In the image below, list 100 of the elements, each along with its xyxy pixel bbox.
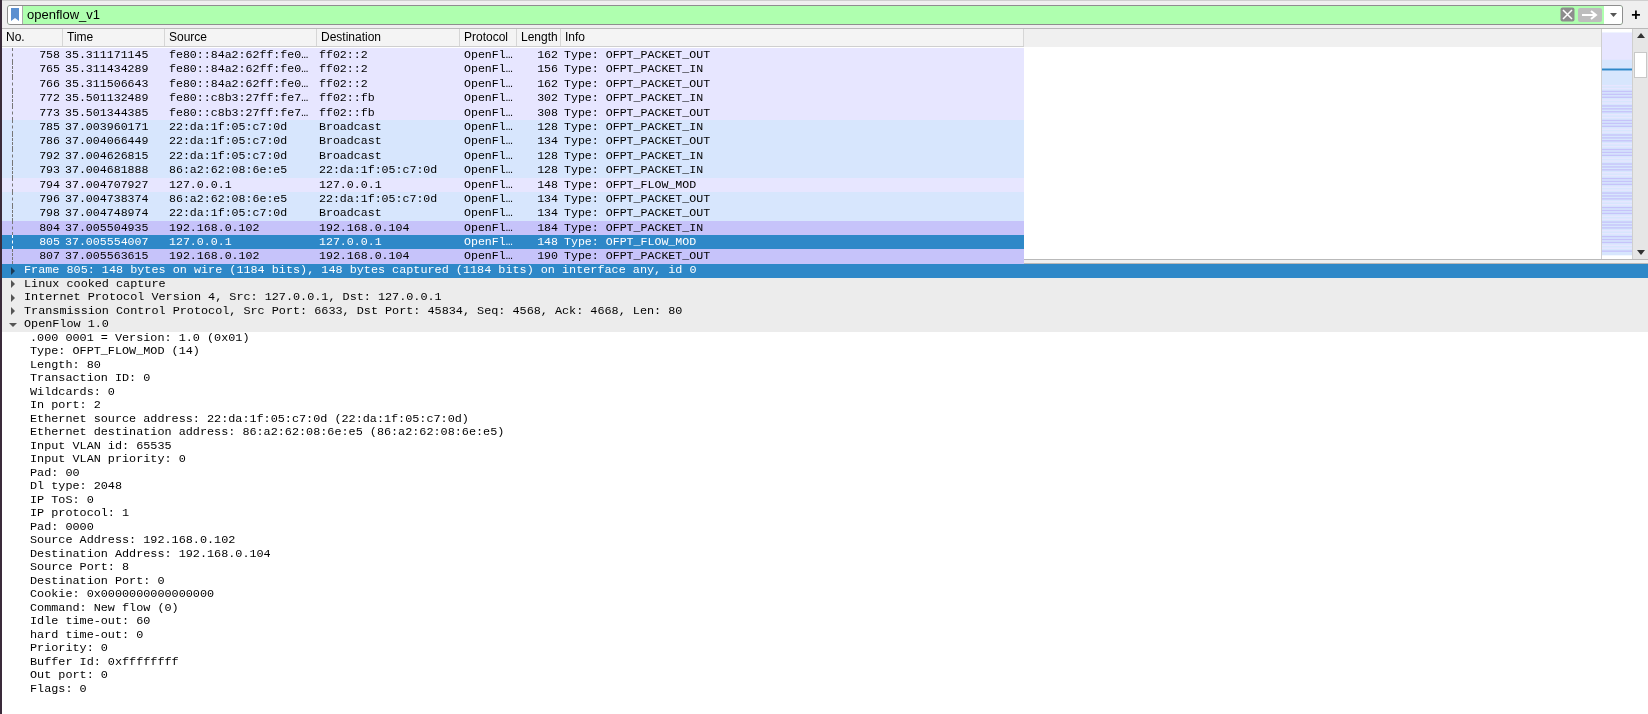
table-cell: 37.004707927 — [65, 177, 149, 191]
table-cell: 794 — [39, 177, 60, 191]
detail-text: Command: New flow (0) — [30, 601, 179, 615]
table-cell: Broadcast — [319, 206, 382, 220]
packet-row[interactable]: 786 37.004066449 22:da:1f:05:c7:0d Broadcast OpenFl… 134 Type: OFPT_PACKET_OUT — [2, 134, 1024, 149]
table-cell: 37.005554007 — [65, 235, 149, 249]
table-cell: Type: OFPT_PACKET_IN — [564, 163, 704, 177]
table-cell: 86:a2:62:08:6e:e5 — [169, 191, 288, 205]
detail-text: Cookie: 0x0000000000000000 — [30, 588, 215, 602]
table-cell: 22:da:1f:05:c7:0d — [169, 148, 288, 162]
table-cell: OpenFl… — [464, 48, 513, 61]
table-cell: 22:da:1f:05:c7:0d — [169, 206, 288, 220]
table-cell: fe80::84a2:62ff:fe0… — [169, 62, 309, 76]
table-cell: 184 — [537, 220, 558, 234]
expand-arrow-icon[interactable] — [8, 265, 18, 276]
table-cell: 128 — [537, 148, 558, 162]
table-cell: 37.004626815 — [65, 148, 149, 162]
table-cell: 796 — [39, 191, 60, 205]
table-cell: 804 — [39, 220, 60, 234]
packet-row[interactable]: 772 35.501132489 fe80::c8b3:27ff:fe7… ff02::fb OpenFl… 302 Type: OFPT_PACKET_IN — [2, 91, 1024, 106]
packet-row[interactable]: 798 37.004748974 22:da:1f:05:c7:0d Broadcast OpenFl… 134 Type: OFPT_PACKET_OUT — [2, 206, 1024, 221]
detail-text: Length: 80 — [30, 358, 101, 372]
table-cell: Type: OFPT_PACKET_OUT — [564, 206, 711, 220]
table-cell: Type: OFPT_PACKET_OUT — [564, 249, 711, 263]
detail-text: Buffer Id: 0xffffffff — [30, 655, 179, 669]
packet-row[interactable]: 807 37.005563615 192.168.0.102 192.168.0.104 OpenFl… 190 Type: OFPT_PACKET_OUT — [2, 249, 1024, 264]
detail-text: Priority: 0 — [30, 642, 108, 656]
table-cell: OpenFl… — [464, 148, 513, 162]
table-cell: 766 — [39, 76, 60, 90]
dropdown-caret-icon[interactable] — [1609, 12, 1617, 17]
expand-arrow-icon[interactable] — [8, 292, 18, 303]
column-header[interactable]: Protocol — [460, 29, 517, 46]
table-cell: 785 — [39, 119, 60, 133]
detail-text: Out port: 0 — [30, 669, 108, 683]
table-cell: 37.004748974 — [65, 206, 149, 220]
table-cell: fe80::c8b3:27ff:fe7… — [169, 105, 309, 119]
detail-text: hard time-out: 0 — [30, 628, 144, 642]
table-cell: 35.311434289 — [65, 62, 149, 76]
display-filter-field[interactable]: openflow_v1 — [7, 4, 1623, 25]
table-cell: 86:a2:62:08:6e:e5 — [169, 163, 288, 177]
table-cell: 798 — [39, 206, 60, 220]
detail-text: IP ToS: 0 — [30, 493, 94, 507]
scroll-thumb[interactable] — [1634, 52, 1647, 78]
column-header[interactable]: Destination — [317, 29, 460, 46]
expand-arrow-icon[interactable] — [8, 279, 18, 290]
packet-row[interactable]: 793 37.004681888 86:a2:62:08:6e:e5 22:da:1f:05:c7:0d OpenFl… 128 Type: OFPT_PACKET_IN — [2, 163, 1024, 178]
table-cell: 805 — [39, 235, 60, 249]
table-cell: ff02::2 — [319, 76, 368, 90]
table-cell: 162 — [537, 76, 558, 90]
detail-text: In port: 2 — [30, 399, 101, 413]
packet-row[interactable]: 765 35.311434289 fe80::84a2:62ff:fe0… ff02::2 OpenFl… 156 Type: OFPT_PACKET_IN — [2, 62, 1024, 77]
table-cell: 37.004681888 — [65, 163, 149, 177]
expand-arrow-icon[interactable] — [8, 306, 18, 317]
detail-text: Destination Address: 192.168.0.104 — [30, 547, 271, 561]
table-cell: 156 — [537, 62, 558, 76]
table-cell: OpenFl… — [464, 163, 513, 177]
table-cell: 127.0.0.1 — [169, 235, 232, 249]
table-cell: 772 — [39, 91, 60, 105]
packet-row[interactable]: 805 37.005554007 127.0.0.1 127.0.0.1 OpenFl… 148 Type: OFPT_FLOW_MOD — [2, 235, 1024, 250]
table-cell: 22:da:1f:05:c7:0d — [319, 163, 438, 177]
table-cell: fe80::c8b3:27ff:fe7… — [169, 91, 309, 105]
column-header[interactable]: Length — [517, 29, 561, 46]
table-cell: 22:da:1f:05:c7:0d — [169, 134, 288, 148]
table-cell: 22:da:1f:05:c7:0d — [169, 119, 288, 133]
table-cell: 192.168.0.104 — [319, 249, 410, 263]
table-cell: 773 — [39, 105, 60, 119]
table-cell: 192.168.0.102 — [169, 249, 260, 263]
table-cell: 37.004066449 — [65, 134, 149, 148]
detail-text: Pad: 0000 — [30, 520, 94, 534]
table-cell: Type: OFPT_PACKET_OUT — [564, 76, 711, 90]
add-filter-button[interactable]: + — [1629, 5, 1643, 24]
scrollbar[interactable] — [1632, 29, 1648, 259]
table-cell: Type: OFPT_PACKET_IN — [564, 91, 704, 105]
table-cell: 134 — [537, 206, 558, 220]
table-cell: 35.501344385 — [65, 105, 149, 119]
table-cell: Type: OFPT_FLOW_MOD — [564, 235, 697, 249]
detail-text: IP protocol: 1 — [30, 507, 130, 521]
table-cell: OpenFl… — [464, 105, 513, 119]
table-cell: OpenFl… — [464, 220, 513, 234]
scroll-down-icon[interactable] — [1636, 250, 1645, 255]
table-cell: ff02::2 — [319, 62, 368, 76]
scroll-up-icon[interactable] — [1636, 33, 1645, 38]
column-header[interactable]: Source — [165, 29, 317, 46]
bookmark-icon[interactable] — [11, 8, 19, 21]
column-header[interactable]: Time — [63, 29, 165, 46]
detail-text[interactable]: OpenFlow 1.0 — [24, 318, 109, 332]
packet-row[interactable]: 758 35.311171145 fe80::84a2:62ff:fe0… ff02::2 OpenFl… 162 Type: OFPT_PACKET_OUT — [2, 48, 1024, 63]
table-cell: Type: OFPT_FLOW_MOD — [564, 177, 697, 191]
table-cell: OpenFl… — [464, 119, 513, 133]
column-header[interactable]: No. — [2, 29, 63, 46]
table-cell: 308 — [537, 105, 558, 119]
detail-text: Type: OFPT_FLOW_MOD (14) — [30, 345, 200, 359]
detail-text[interactable]: Linux cooked capture — [24, 277, 166, 291]
table-cell: 148 — [537, 177, 558, 191]
table-cell: Broadcast — [319, 119, 382, 133]
table-cell: OpenFl… — [464, 206, 513, 220]
table-cell: Type: OFPT_PACKET_OUT — [564, 134, 711, 148]
table-cell: 134 — [537, 191, 558, 205]
table-cell: 162 — [537, 48, 558, 61]
clear-icon[interactable] — [1560, 7, 1575, 22]
